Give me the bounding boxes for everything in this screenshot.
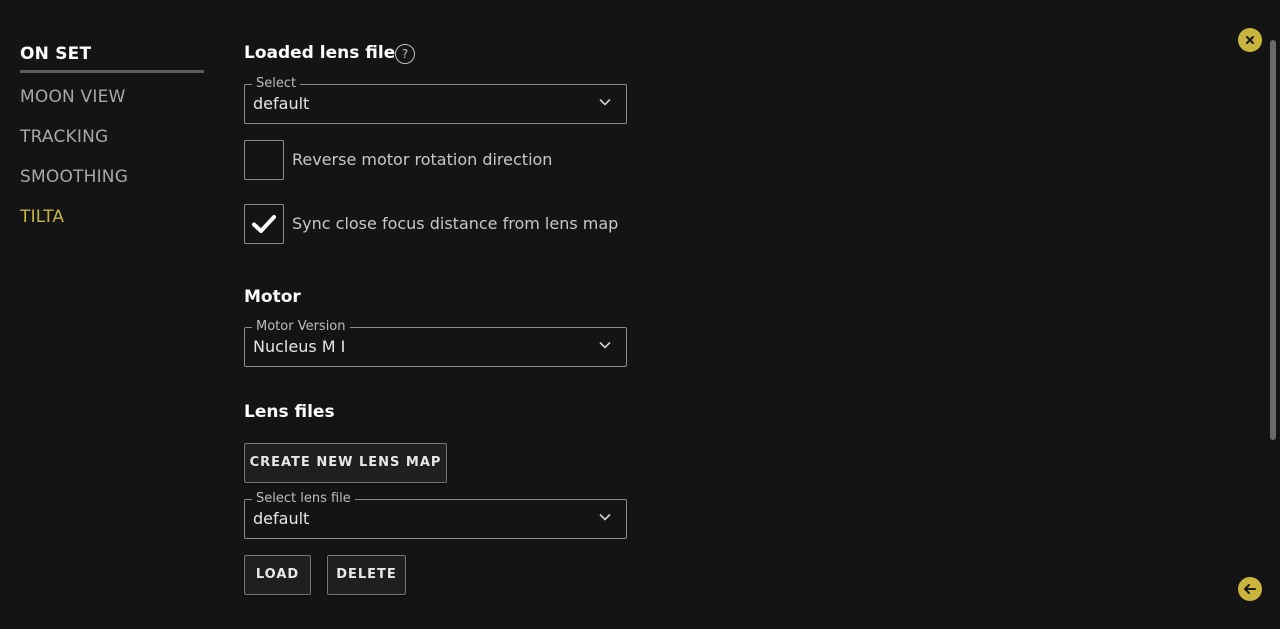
chevron-down-icon	[599, 341, 611, 349]
back-button[interactable]	[1238, 577, 1262, 601]
nav-item-moon-view[interactable]: MOON VIEW	[20, 77, 204, 117]
check-icon	[252, 215, 276, 233]
lens-file-select-label: Select	[252, 76, 301, 92]
delete-button[interactable]: DELETE	[327, 555, 406, 595]
help-icon[interactable]: ?	[395, 44, 415, 64]
sync-focus-checkbox[interactable]	[244, 204, 284, 244]
reverse-motor-label: Reverse motor rotation direction	[292, 150, 553, 169]
scrollbar[interactable]	[1270, 40, 1276, 440]
lens-file-select[interactable]: Select default	[244, 76, 627, 124]
reverse-motor-checkbox[interactable]	[244, 140, 284, 180]
motor-version-value: Nucleus M I	[253, 337, 346, 356]
load-button[interactable]: LOAD	[244, 555, 311, 595]
loaded-lens-file-heading: Loaded lens file	[244, 43, 396, 63]
sync-focus-option: Sync close focus distance from lens map	[244, 204, 644, 244]
motor-heading: Motor	[244, 287, 301, 307]
sync-focus-label: Sync close focus distance from lens map	[292, 214, 619, 233]
chevron-down-icon	[599, 513, 611, 521]
sidebar-nav: ON SET MOON VIEW TRACKING SMOOTHING TILT…	[20, 40, 204, 237]
nav-item-tracking[interactable]: TRACKING	[20, 117, 204, 157]
close-button[interactable]	[1238, 28, 1262, 52]
lens-files-heading: Lens files	[244, 402, 335, 422]
lens-file-select-value: default	[253, 94, 310, 113]
close-icon	[1246, 36, 1254, 44]
select-lens-file-value: default	[253, 509, 310, 528]
nav-item-tilta[interactable]: TILTA	[20, 197, 204, 237]
nav-item-on-set[interactable]: ON SET	[20, 40, 204, 73]
arrow-left-icon	[1244, 584, 1256, 594]
settings-panel: ON SET MOON VIEW TRACKING SMOOTHING TILT…	[0, 0, 1280, 629]
motor-version-select[interactable]: Motor Version Nucleus M I	[244, 319, 627, 367]
motor-version-label: Motor Version	[252, 319, 350, 335]
select-lens-file-select[interactable]: Select lens file default	[244, 491, 627, 539]
chevron-down-icon	[599, 98, 611, 106]
nav-item-smoothing[interactable]: SMOOTHING	[20, 157, 204, 197]
create-lens-map-button[interactable]: CREATE NEW LENS MAP	[244, 443, 447, 483]
select-lens-file-label: Select lens file	[252, 491, 355, 507]
reverse-motor-option: Reverse motor rotation direction	[244, 140, 644, 180]
